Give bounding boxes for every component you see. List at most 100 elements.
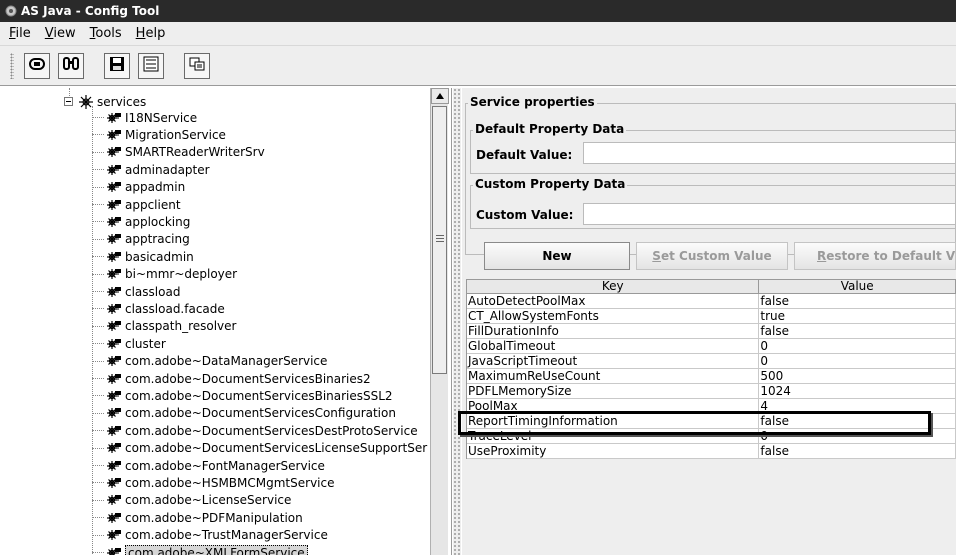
tree-node[interactable]: basicadmin: [92, 248, 194, 265]
tree-node[interactable]: appadmin: [92, 179, 185, 196]
property-value-cell[interactable]: 500: [759, 369, 956, 383]
table-row[interactable]: UseProximity false: [467, 444, 956, 459]
tree-node[interactable]: applocking: [92, 213, 190, 230]
table-row[interactable]: TraceLevel 0: [467, 429, 956, 444]
property-key-cell[interactable]: TraceLevel: [467, 429, 760, 443]
property-value-cell[interactable]: 0: [759, 339, 956, 353]
save-icon: [108, 55, 126, 76]
key-column-header[interactable]: Key: [467, 280, 760, 293]
tree-node[interactable]: com.adobe~DocumentServicesConfiguration: [92, 405, 396, 422]
table-row[interactable]: CT_AllowSystemFonts true: [467, 309, 956, 324]
property-key-cell[interactable]: PoolMax: [467, 399, 760, 413]
tree-node[interactable]: com.adobe~DocumentServicesBinaries2: [92, 370, 371, 387]
property-value-cell[interactable]: false: [759, 444, 956, 458]
tree-node[interactable]: MigrationService: [92, 126, 226, 143]
property-key-cell[interactable]: CT_AllowSystemFonts: [467, 309, 760, 323]
restore-label: estore to Default Valu: [826, 249, 955, 263]
table-row[interactable]: AutoDetectPoolMax false: [467, 294, 956, 309]
new-button[interactable]: New: [484, 242, 630, 270]
service-gear-icon: [106, 546, 122, 555]
tree-node[interactable]: com.adobe~DocumentServicesDestProtoServi…: [92, 422, 418, 439]
restore-default-button[interactable]: Restore to Default Valu: [794, 242, 956, 270]
property-key-cell[interactable]: JavaScriptTimeout: [467, 354, 760, 368]
scroll-thumb[interactable]: [432, 106, 447, 374]
menu-file[interactable]: File: [2, 26, 38, 41]
tree-node[interactable]: I18NService: [92, 109, 197, 126]
compare-button[interactable]: [184, 52, 210, 79]
table-row[interactable]: GlobalTimeout 0: [467, 339, 956, 354]
tree-node[interactable]: classload.facade: [92, 300, 225, 317]
tree-node[interactable]: bi~mmr~deployer: [92, 266, 237, 283]
service-tree[interactable]: services I18NService MigrationService SMAR…: [0, 88, 452, 555]
property-key-cell[interactable]: PDFLMemorySize: [467, 384, 760, 398]
tree-node[interactable]: com.adobe~DataManagerService: [92, 353, 327, 370]
split-pane-divider[interactable]: [453, 88, 461, 555]
tree-node[interactable]: com.adobe~TrustManagerService: [92, 527, 328, 544]
tree-node[interactable]: com.adobe~PDFManipulation: [92, 509, 303, 526]
property-key-cell[interactable]: MaximumReUseCount: [467, 369, 760, 383]
tree-node[interactable]: com.adobe~XMLFormService: [92, 544, 308, 555]
property-value-cell[interactable]: false: [759, 414, 956, 428]
tree-node-label: bi~mmr~deployer: [125, 267, 238, 282]
tree-scrollbar[interactable]: [430, 88, 449, 555]
tree-node[interactable]: cluster: [92, 335, 166, 352]
menu-help[interactable]: Help: [129, 26, 173, 41]
service-gear-icon: [106, 424, 122, 438]
property-key-cell[interactable]: AutoDetectPoolMax: [467, 294, 760, 308]
tree-node[interactable]: com.adobe~DocumentServicesBinariesSSL2: [92, 387, 393, 404]
table-row[interactable]: FillDurationInfo false: [467, 324, 956, 339]
table-row[interactable]: JavaScriptTimeout 0: [467, 354, 956, 369]
property-key-cell[interactable]: ReportTimingInformation: [467, 414, 760, 428]
value-column-header[interactable]: Value: [759, 280, 956, 293]
scroll-up-button[interactable]: [431, 88, 449, 104]
menu-tools[interactable]: Tools: [83, 26, 129, 41]
table-row[interactable]: PDFLMemorySize 1024: [467, 384, 956, 399]
tree-node[interactable]: classpath_resolver: [92, 318, 236, 335]
table-row[interactable]: PoolMax 4: [467, 399, 956, 414]
collapse-toggle-icon[interactable]: [64, 97, 73, 106]
tree-node[interactable]: com.adobe~HSMBMCMgmtService: [92, 474, 334, 491]
tree-node-services[interactable]: services: [64, 93, 146, 110]
table-row[interactable]: MaximumReUseCount 500: [467, 369, 956, 384]
tree-node[interactable]: apptracing: [92, 231, 190, 248]
xml-button[interactable]: [138, 52, 164, 79]
toolbar: [0, 46, 956, 86]
table-row[interactable]: ReportTimingInformation false: [467, 414, 956, 429]
menu-view[interactable]: View: [38, 26, 83, 41]
tree-node[interactable]: adminadapter: [92, 161, 210, 178]
property-key-cell[interactable]: GlobalTimeout: [467, 339, 760, 353]
tree-node[interactable]: classload: [92, 283, 180, 300]
service-gear-icon: [106, 128, 122, 142]
menu-help-rest: elp: [145, 26, 166, 41]
tree-node[interactable]: SMARTReaderWriterSrv: [92, 144, 265, 161]
tree-node[interactable]: appclient: [92, 196, 181, 213]
service-gear-icon: [106, 302, 122, 316]
property-key-cell[interactable]: FillDurationInfo: [467, 324, 760, 338]
property-key-cell[interactable]: UseProximity: [467, 444, 760, 458]
property-value-cell[interactable]: 0: [759, 429, 956, 443]
tree-node[interactable]: com.adobe~FontManagerService: [92, 457, 325, 474]
connect-button[interactable]: [24, 52, 50, 79]
properties-table[interactable]: Key Value AutoDetectPoolMax false CT_Allow…: [466, 279, 956, 459]
save-button[interactable]: [104, 52, 130, 79]
default-value-field[interactable]: [583, 142, 956, 164]
custom-value-field[interactable]: [583, 203, 956, 225]
property-value-cell[interactable]: 4: [759, 399, 956, 413]
default-value-label: Default Value:: [476, 148, 573, 162]
property-value-cell[interactable]: 1024: [759, 384, 956, 398]
property-value-cell[interactable]: false: [759, 324, 956, 338]
property-value-cell[interactable]: false: [759, 294, 956, 308]
toolbar-grip[interactable]: [10, 52, 14, 79]
tree-node-label: com.adobe~HSMBMCMgmtService: [125, 475, 335, 490]
set-custom-value-button[interactable]: Set Custom Value: [636, 242, 788, 270]
service-gear-icon: [106, 528, 122, 542]
compare-icon: [188, 55, 206, 76]
find-button[interactable]: [58, 52, 84, 79]
tree-node[interactable]: com.adobe~LicenseService: [92, 492, 291, 509]
tree-node-label: adminadapter: [125, 162, 210, 177]
restore-mnemonic: R: [817, 249, 827, 263]
property-value-cell[interactable]: true: [759, 309, 956, 323]
property-value-cell[interactable]: 0: [759, 354, 956, 368]
tree-node[interactable]: com.adobe~DocumentServicesLicenseSupport…: [92, 440, 427, 457]
service-properties-title: Service properties: [468, 95, 597, 109]
